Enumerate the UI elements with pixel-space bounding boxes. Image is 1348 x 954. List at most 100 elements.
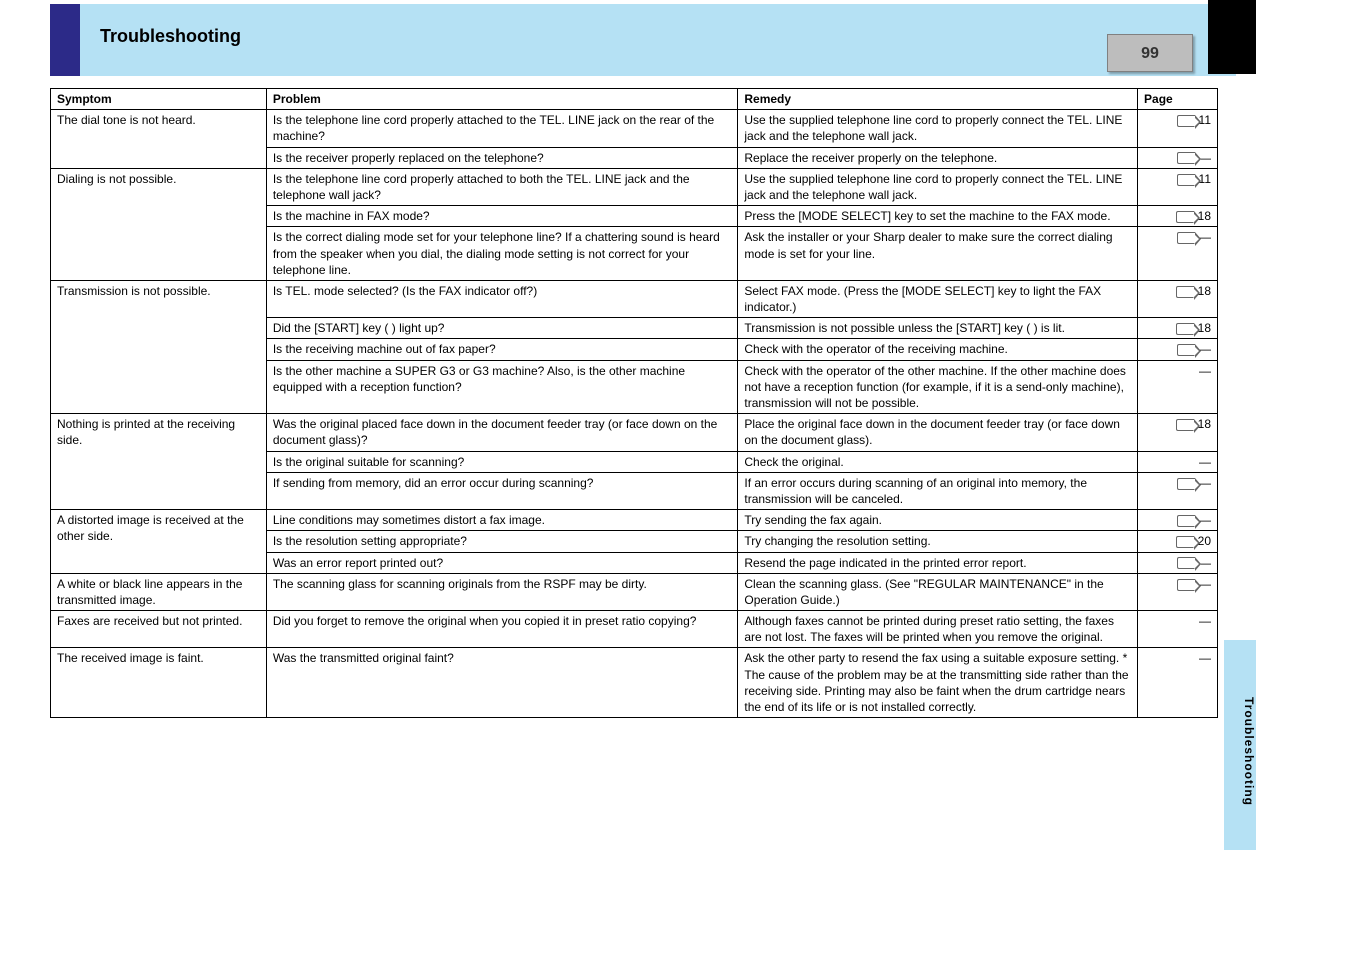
cell-page: —	[1138, 611, 1218, 648]
col-header-symptom: Symptom	[51, 89, 267, 110]
cell-remedy: Use the supplied telephone line cord to …	[738, 168, 1138, 205]
cell-problem: Is the resolution setting appropriate?	[266, 531, 738, 552]
page-number: 18	[1198, 417, 1211, 431]
col-header-remedy: Remedy	[738, 89, 1138, 110]
cell-problem: Is TEL. mode selected? (Is the FAX indic…	[266, 280, 738, 317]
cell-page: 18	[1138, 414, 1218, 451]
cell-remedy: Try changing the resolution setting.	[738, 531, 1138, 552]
cell-page: 18	[1138, 280, 1218, 317]
cell-problem: Is the original suitable for scanning?	[266, 451, 738, 472]
cell-remedy: Ask the other party to resend the fax us…	[738, 648, 1138, 718]
cell-problem: Is the telephone line cord properly atta…	[266, 110, 738, 147]
cell-problem: Is the machine in FAX mode?	[266, 206, 738, 227]
cell-problem: Is the receiver properly replaced on the…	[266, 147, 738, 168]
cell-page: —	[1138, 648, 1218, 718]
cell-page: —	[1138, 451, 1218, 472]
cell-problem: Line conditions may sometimes distort a …	[266, 510, 738, 531]
cell-remedy: Try sending the fax again.	[738, 510, 1138, 531]
header-accent	[50, 4, 80, 76]
page-link-icon	[1177, 478, 1195, 490]
cell-page: 11	[1138, 168, 1218, 205]
page-number-badge: 99	[1107, 34, 1193, 72]
page-link-icon	[1177, 515, 1195, 527]
cell-problem: Is the other machine a SUPER G3 or G3 ma…	[266, 360, 738, 414]
cell-page: 18	[1138, 206, 1218, 227]
cell-remedy: Although faxes cannot be printed during …	[738, 611, 1138, 648]
col-header-page: Page	[1138, 89, 1218, 110]
page-link-icon	[1176, 323, 1194, 335]
cell-page: —	[1138, 472, 1218, 509]
cell-symptom: Nothing is printed at the receiving side…	[51, 414, 267, 510]
table-row: Faxes are received but not printed.Did y…	[51, 611, 1218, 648]
cell-problem: Is the receiving machine out of fax pape…	[266, 339, 738, 360]
page-number: —	[1199, 364, 1211, 378]
col-header-problem: Problem	[266, 89, 738, 110]
page-link-icon	[1176, 419, 1194, 431]
page-number: 20	[1198, 534, 1211, 548]
page-number: —	[1199, 651, 1211, 665]
cell-remedy: Check the original.	[738, 451, 1138, 472]
cell-page: 18	[1138, 318, 1218, 339]
cell-symptom: A white or black line appears in the tra…	[51, 573, 267, 610]
page-link-icon	[1177, 174, 1195, 186]
table-body: The dial tone is not heard.Is the teleph…	[51, 110, 1218, 718]
cell-problem: Was an error report printed out?	[266, 552, 738, 573]
table-row: Transmission is not possible.Is TEL. mod…	[51, 280, 1218, 317]
cell-symptom: Faxes are received but not printed.	[51, 611, 267, 648]
table-header-row: Symptom Problem Remedy Page	[51, 89, 1218, 110]
page-link-icon	[1177, 579, 1195, 591]
cell-page: —	[1138, 360, 1218, 414]
cell-remedy: If an error occurs during scanning of an…	[738, 472, 1138, 509]
cell-problem: Is the correct dialing mode set for your…	[266, 227, 738, 281]
page-link-icon	[1177, 232, 1195, 244]
cell-remedy: Clean the scanning glass. (See "REGULAR …	[738, 573, 1138, 610]
corner-black-strip	[1208, 0, 1256, 74]
page-link-icon	[1176, 536, 1194, 548]
cell-problem: Was the original placed face down in the…	[266, 414, 738, 451]
cell-remedy: Select FAX mode. (Press the [MODE SELECT…	[738, 280, 1138, 317]
table-row: A distorted image is received at the oth…	[51, 510, 1218, 531]
page-number: 18	[1198, 209, 1211, 223]
cell-problem: Did you forget to remove the original wh…	[266, 611, 738, 648]
cell-page: —	[1138, 227, 1218, 281]
cell-remedy: Press the [MODE SELECT] key to set the m…	[738, 206, 1138, 227]
cell-problem: Did the [START] key ( ) light up?	[266, 318, 738, 339]
page-number: 18	[1198, 284, 1211, 298]
cell-page: —	[1138, 510, 1218, 531]
cell-remedy: Check with the operator of the other mac…	[738, 360, 1138, 414]
cell-remedy: Place the original face down in the docu…	[738, 414, 1138, 451]
page-title: Troubleshooting	[100, 26, 241, 47]
page-number: —	[1199, 455, 1211, 469]
cell-remedy: Check with the operator of the receiving…	[738, 339, 1138, 360]
cell-remedy: Use the supplied telephone line cord to …	[738, 110, 1138, 147]
cell-page: 20	[1138, 531, 1218, 552]
cell-page: 11	[1138, 110, 1218, 147]
side-tab-troubleshooting: Troubleshooting	[1224, 640, 1256, 850]
page-link-icon	[1176, 211, 1194, 223]
table-row: The dial tone is not heard.Is the teleph…	[51, 110, 1218, 147]
cell-page: —	[1138, 573, 1218, 610]
table-row: Nothing is printed at the receiving side…	[51, 414, 1218, 451]
cell-problem: If sending from memory, did an error occ…	[266, 472, 738, 509]
cell-problem: The scanning glass for scanning original…	[266, 573, 738, 610]
page-number: 18	[1198, 321, 1211, 335]
table-row: A white or black line appears in the tra…	[51, 573, 1218, 610]
cell-symptom: Dialing is not possible.	[51, 168, 267, 280]
cell-symptom: The received image is faint.	[51, 648, 267, 718]
cell-symptom: A distorted image is received at the oth…	[51, 510, 267, 574]
cell-page: —	[1138, 339, 1218, 360]
cell-remedy: Transmission is not possible unless the …	[738, 318, 1138, 339]
troubleshooting-table: Symptom Problem Remedy Page The dial ton…	[50, 88, 1218, 718]
cell-symptom: Transmission is not possible.	[51, 280, 267, 413]
page-link-icon	[1177, 152, 1195, 164]
cell-symptom: The dial tone is not heard.	[51, 110, 267, 169]
page-link-icon	[1177, 557, 1195, 569]
page-link-icon	[1176, 286, 1194, 298]
cell-problem: Was the transmitted original faint?	[266, 648, 738, 718]
page-link-icon	[1177, 344, 1195, 356]
cell-page: —	[1138, 147, 1218, 168]
cell-remedy: Resend the page indicated in the printed…	[738, 552, 1138, 573]
cell-remedy: Ask the installer or your Sharp dealer t…	[738, 227, 1138, 281]
table-row: The received image is faint.Was the tran…	[51, 648, 1218, 718]
page-link-icon	[1177, 115, 1195, 127]
